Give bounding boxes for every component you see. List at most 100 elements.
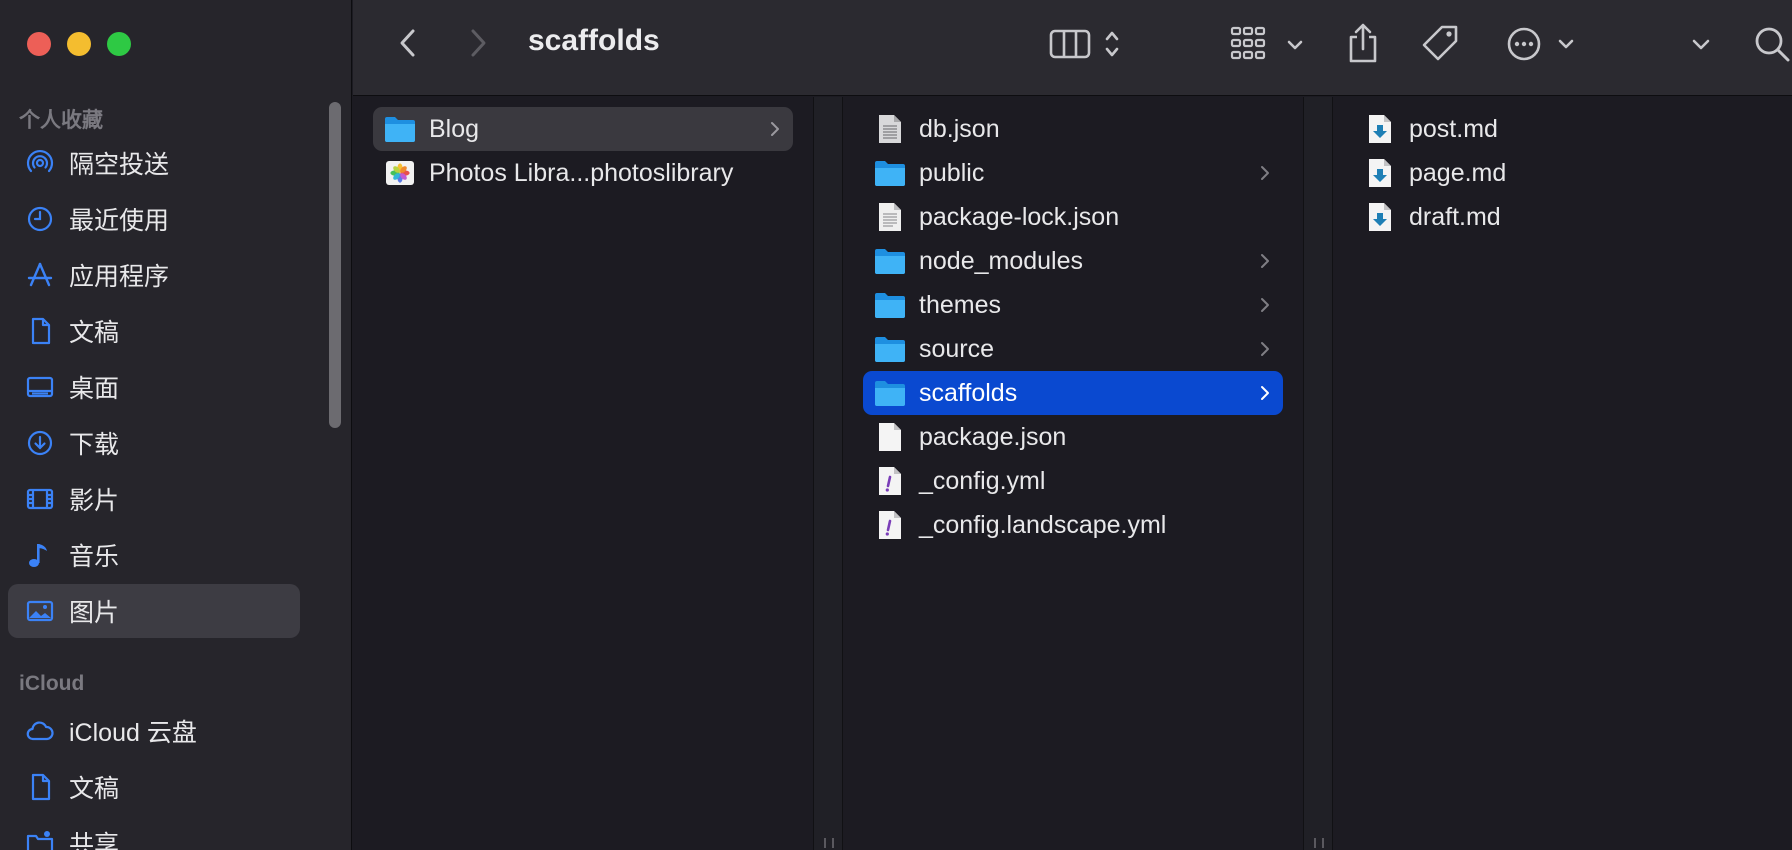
sidebar-item-movies[interactable]: 影片 [8, 472, 300, 526]
document-file-icon [873, 200, 907, 234]
item-label: page.md [1409, 158, 1507, 187]
photo-icon [23, 594, 57, 628]
more-icon [1507, 27, 1574, 61]
sidebar-item-music[interactable]: 音乐 [8, 528, 300, 582]
folder-icon [383, 112, 417, 146]
sidebar-item-documents[interactable]: 文稿 [8, 304, 300, 358]
column-resize-handle[interactable] [1303, 97, 1333, 850]
download-icon [23, 426, 57, 460]
chevron-right-icon [771, 122, 779, 136]
column-browser: Blog Photos Libra...photoslibrary db.jso… [353, 97, 1792, 850]
list-item-source[interactable]: source [863, 327, 1283, 371]
sidebar-item-label: 隔空投送 [69, 151, 170, 179]
markdown-file-icon [1363, 156, 1397, 190]
back-button[interactable] [393, 26, 423, 60]
document-icon [23, 770, 57, 804]
zoom-window-button[interactable] [107, 32, 131, 56]
icloud-section-header: iCloud [19, 672, 85, 695]
applications-icon [23, 258, 57, 292]
chevron-right-icon [1261, 166, 1269, 180]
favorites-section-header: 个人收藏 [19, 109, 103, 132]
yml-file-icon [873, 464, 907, 498]
music-icon [23, 538, 57, 572]
desktop-icon [23, 370, 57, 404]
list-item-scaffolds[interactable]: scaffolds [863, 371, 1283, 415]
sidebar-item-label: 图片 [69, 599, 120, 627]
list-item-node-modules[interactable]: node_modules [863, 239, 1283, 283]
column-resize-handle[interactable] [813, 97, 843, 850]
item-label: scaffolds [919, 378, 1018, 407]
list-item-photos-library[interactable]: Photos Libra...photoslibrary [373, 151, 793, 195]
more-actions-button[interactable] [1505, 22, 1585, 66]
item-label: public [919, 158, 985, 187]
group-button[interactable] [1230, 22, 1310, 66]
tag-button[interactable] [1419, 22, 1463, 66]
column-2: db.json public package-lock.json node_mo… [843, 97, 1283, 850]
list-item-config-landscape-yml[interactable]: _config.landscape.yml [863, 503, 1283, 547]
sidebar-item-label: 文稿 [69, 775, 120, 803]
sidebar-item-label: 影片 [69, 487, 120, 515]
sidebar-item-shared[interactable]: 共享 [8, 816, 300, 850]
column-1: Blog Photos Libra...photoslibrary [353, 97, 813, 850]
sidebar-item-icloud-drive[interactable]: iCloud 云盘 [8, 704, 300, 758]
sidebar-item-desktop[interactable]: 桌面 [8, 360, 300, 414]
tag-icon [1422, 25, 1458, 61]
folder-icon [873, 156, 907, 190]
close-window-button[interactable] [27, 32, 51, 56]
chevron-right-icon [1261, 254, 1269, 268]
list-item-db-json[interactable]: db.json [863, 107, 1283, 151]
item-label: themes [919, 290, 1001, 319]
folder-icon [873, 288, 907, 322]
sidebar-item-icloud-documents[interactable]: 文稿 [8, 760, 300, 814]
item-label: source [919, 334, 995, 363]
shared-folder-icon [23, 826, 57, 850]
search-button[interactable] [1751, 22, 1792, 66]
folder-icon [873, 376, 907, 410]
item-label: Photos Libra...photoslibrary [429, 158, 734, 187]
sidebar-item-downloads[interactable]: 下载 [8, 416, 300, 470]
airdrop-icon [23, 146, 57, 180]
list-item-themes[interactable]: themes [863, 283, 1283, 327]
item-label: package-lock.json [919, 202, 1120, 231]
json-file-icon [873, 112, 907, 146]
view-mode-button[interactable] [1048, 24, 1128, 64]
sidebar: 个人收藏 隔空投送 最近使用 应用程序 文稿 桌面 下载 影片 音乐 图片 iC… [0, 0, 352, 850]
sidebar-item-label: 文稿 [69, 319, 120, 347]
forward-button[interactable] [463, 26, 493, 60]
chevron-right-icon [1261, 298, 1269, 312]
item-label: _config.yml [919, 466, 1046, 495]
sidebar-item-pictures[interactable]: 图片 [8, 584, 300, 638]
path-dropdown-button[interactable] [1686, 30, 1716, 60]
folder-icon [873, 244, 907, 278]
folder-icon [873, 332, 907, 366]
sidebar-item-recents[interactable]: 最近使用 [8, 192, 300, 246]
sidebar-item-airdrop[interactable]: 隔空投送 [8, 136, 300, 190]
item-label: node_modules [919, 246, 1084, 275]
item-label: post.md [1409, 114, 1498, 143]
item-label: _config.landscape.yml [919, 510, 1167, 539]
column-3: post.md page.md draft.md [1333, 97, 1792, 850]
share-button[interactable] [1343, 20, 1383, 66]
list-item-config-yml[interactable]: _config.yml [863, 459, 1283, 503]
list-item-public[interactable]: public [863, 151, 1283, 195]
list-item-page-md[interactable]: page.md [1353, 151, 1773, 195]
list-item-post-md[interactable]: post.md [1353, 107, 1773, 151]
minimize-window-button[interactable] [67, 32, 91, 56]
item-label: db.json [919, 114, 1000, 143]
list-item-package-lock-json[interactable]: package-lock.json [863, 195, 1283, 239]
sidebar-item-label: 共享 [69, 831, 120, 850]
list-item-package-json[interactable]: package.json [863, 415, 1283, 459]
list-item-blog[interactable]: Blog [373, 107, 793, 151]
finder-window: 个人收藏 隔空投送 最近使用 应用程序 文稿 桌面 下载 影片 音乐 图片 iC… [0, 0, 1792, 850]
sidebar-item-applications[interactable]: 应用程序 [8, 248, 300, 302]
chevron-right-icon [1261, 386, 1269, 400]
sidebar-item-label: 音乐 [69, 543, 120, 571]
sidebar-scrollbar[interactable] [329, 102, 341, 428]
blank-file-icon [873, 420, 907, 454]
chevron-down-icon [1692, 39, 1710, 50]
search-icon [1755, 27, 1789, 62]
sidebar-item-label: 下载 [69, 431, 120, 459]
list-item-draft-md[interactable]: draft.md [1353, 195, 1773, 239]
window-controls [27, 32, 131, 56]
toolbar: scaffolds [353, 0, 1792, 96]
